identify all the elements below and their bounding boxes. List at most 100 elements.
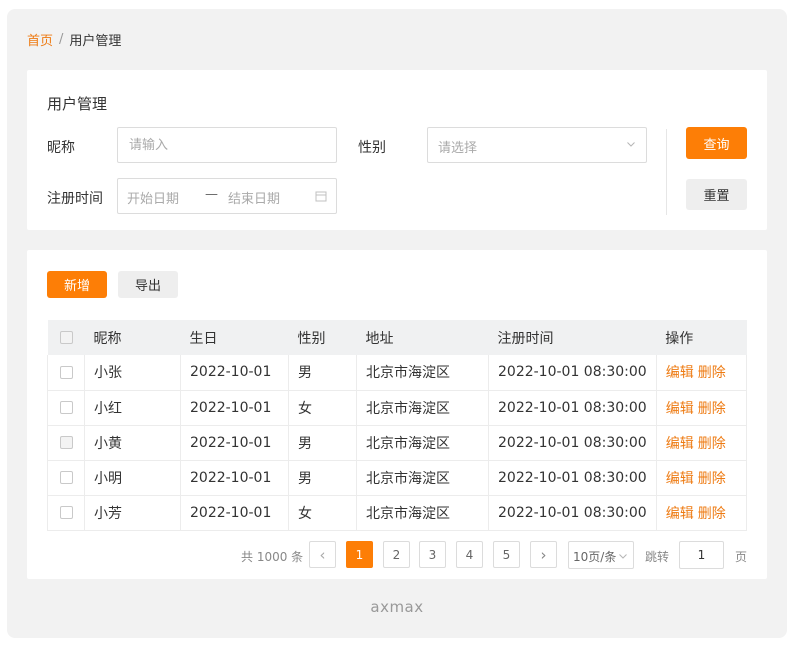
page-unit-label: 页 (735, 550, 748, 564)
row-select-cell (47, 425, 85, 461)
pagination-page-4[interactable]: 4 (456, 541, 483, 568)
breadcrumb-current: 用户管理 (69, 34, 122, 49)
end-date-placeholder[interactable]: 结束日期 (228, 188, 280, 207)
row-checkbox[interactable] (60, 365, 73, 379)
cell-nickname: 小明 (84, 460, 181, 496)
breadcrumb-separator: / (59, 32, 64, 47)
cell-actions: 编辑 删除 (656, 355, 747, 391)
reset-button[interactable]: 重置 (686, 179, 747, 210)
cell-nickname: 小黄 (84, 425, 181, 461)
cell-actions: 编辑 删除 (656, 495, 747, 531)
delete-link[interactable]: 删除 (698, 365, 726, 381)
row-checkbox[interactable] (60, 401, 73, 414)
cell-address: 北京市海淀区 (356, 425, 489, 461)
chevron-left-icon: ‹ (319, 545, 326, 564)
jump-field[interactable] (679, 541, 724, 569)
edit-link[interactable]: 编辑 (666, 506, 694, 522)
chevron-down-icon (627, 142, 635, 147)
table-header-row: 昵称 生日 性别 地址 注册时间 操作 (47, 320, 747, 355)
column-header-register-time: 注册时间 (488, 320, 657, 355)
row-select-cell (47, 460, 85, 496)
select-all-checkbox[interactable] (59, 331, 73, 344)
register-time-label: 注册时间 (47, 191, 103, 207)
column-header-nickname: 昵称 (84, 320, 181, 355)
start-date-placeholder[interactable]: 开始日期 (127, 188, 179, 207)
table-row: 小明 2022-10-01 男 北京市海淀区 2022-10-01 08:30:… (47, 460, 747, 496)
calendar-icon (315, 191, 327, 202)
row-checkbox[interactable] (60, 436, 73, 449)
cell-nickname: 小红 (84, 390, 181, 426)
column-header-actions: 操作 (656, 320, 747, 355)
cell-gender: 男 (288, 355, 357, 391)
table-row: 小张 2022-10-01 男 北京市海淀区 2022-10-01 08:30:… (47, 355, 747, 391)
delete-link[interactable]: 删除 (698, 471, 726, 487)
cell-birthday: 2022-10-01 (180, 355, 289, 391)
edit-link[interactable]: 编辑 (666, 436, 694, 452)
column-header-gender: 性别 (288, 320, 357, 355)
add-button[interactable]: 新增 (47, 271, 107, 298)
pagination-page-1[interactable]: 1 (346, 541, 373, 568)
gender-select[interactable]: 请选择 (427, 127, 647, 163)
cell-address: 北京市海淀区 (356, 460, 489, 496)
cell-actions: 编辑 删除 (656, 390, 747, 426)
cell-register-time: 2022-10-01 08:30:00 (488, 460, 657, 496)
cell-register-time: 2022-10-01 08:30:00 (488, 390, 657, 426)
row-checkbox[interactable] (60, 506, 73, 519)
jump-label: 跳转 (645, 550, 670, 564)
chevron-down-icon (619, 554, 627, 559)
pagination-prev-button[interactable]: ‹ (309, 541, 336, 568)
cell-address: 北京市海淀区 (356, 355, 489, 391)
cell-birthday: 2022-10-01 (180, 495, 289, 531)
data-panel: 新增 导出 昵称 生日 性别 地址 注册时间 操作 小张 2022-10-01 (27, 250, 767, 579)
nickname-label: 昵称 (47, 140, 75, 156)
cell-actions: 编辑 删除 (656, 460, 747, 496)
edit-link[interactable]: 编辑 (666, 471, 694, 487)
row-select-cell (47, 355, 85, 391)
page-size-value: 10页/条 (573, 550, 617, 564)
cell-address: 北京市海淀区 (356, 495, 489, 531)
nickname-input[interactable] (118, 128, 336, 162)
row-select-cell (47, 495, 85, 531)
panel-title: 用户管理 (47, 95, 108, 113)
cell-gender: 女 (288, 390, 357, 426)
cell-nickname: 小张 (84, 355, 181, 391)
edit-link[interactable]: 编辑 (666, 365, 694, 381)
cell-register-time: 2022-10-01 08:30:00 (488, 495, 657, 531)
pagination-page-3[interactable]: 3 (419, 541, 446, 568)
search-divider (666, 129, 667, 215)
date-range-separator: — (205, 187, 218, 202)
cell-register-time: 2022-10-01 08:30:00 (488, 355, 657, 391)
row-checkbox[interactable] (60, 471, 73, 484)
cell-register-time: 2022-10-01 08:30:00 (488, 425, 657, 461)
chevron-right-icon: › (540, 545, 547, 564)
edit-link[interactable]: 编辑 (666, 401, 694, 417)
breadcrumb-home-link[interactable]: 首页 (27, 30, 53, 49)
cell-gender: 男 (288, 460, 357, 496)
delete-link[interactable]: 删除 (698, 506, 726, 522)
gender-select-placeholder: 请选择 (438, 141, 478, 156)
pagination-next-button[interactable]: › (530, 541, 557, 568)
app-frame: 首页 / 用户管理 用户管理 昵称 性别 请选择 注册时间 开始日期 — 结束日… (7, 9, 787, 638)
delete-link[interactable]: 删除 (698, 401, 726, 417)
export-button[interactable]: 导出 (118, 271, 178, 298)
select-all-cell (47, 320, 85, 355)
gender-label: 性别 (358, 140, 386, 156)
register-date-range[interactable]: 开始日期 — 结束日期 (117, 178, 337, 214)
pagination-page-5[interactable]: 5 (493, 541, 520, 568)
table-row: 小芳 2022-10-01 女 北京市海淀区 2022-10-01 08:30:… (47, 495, 747, 531)
jump-input[interactable] (680, 542, 723, 568)
row-select-cell (47, 390, 85, 426)
breadcrumb: 首页 / 用户管理 (27, 30, 121, 49)
page-size-select[interactable]: 10页/条 (568, 541, 634, 569)
table-row: 小黄 2022-10-01 男 北京市海淀区 2022-10-01 08:30:… (47, 425, 747, 461)
delete-link[interactable]: 删除 (698, 436, 726, 452)
nickname-field[interactable] (117, 127, 337, 163)
cell-birthday: 2022-10-01 (180, 460, 289, 496)
column-header-address: 地址 (356, 320, 489, 355)
query-button[interactable]: 查询 (686, 127, 747, 159)
cell-birthday: 2022-10-01 (180, 390, 289, 426)
cell-address: 北京市海淀区 (356, 390, 489, 426)
pagination-total: 共 1000 条 (241, 550, 304, 564)
cell-gender: 男 (288, 425, 357, 461)
pagination-page-2[interactable]: 2 (383, 541, 410, 568)
